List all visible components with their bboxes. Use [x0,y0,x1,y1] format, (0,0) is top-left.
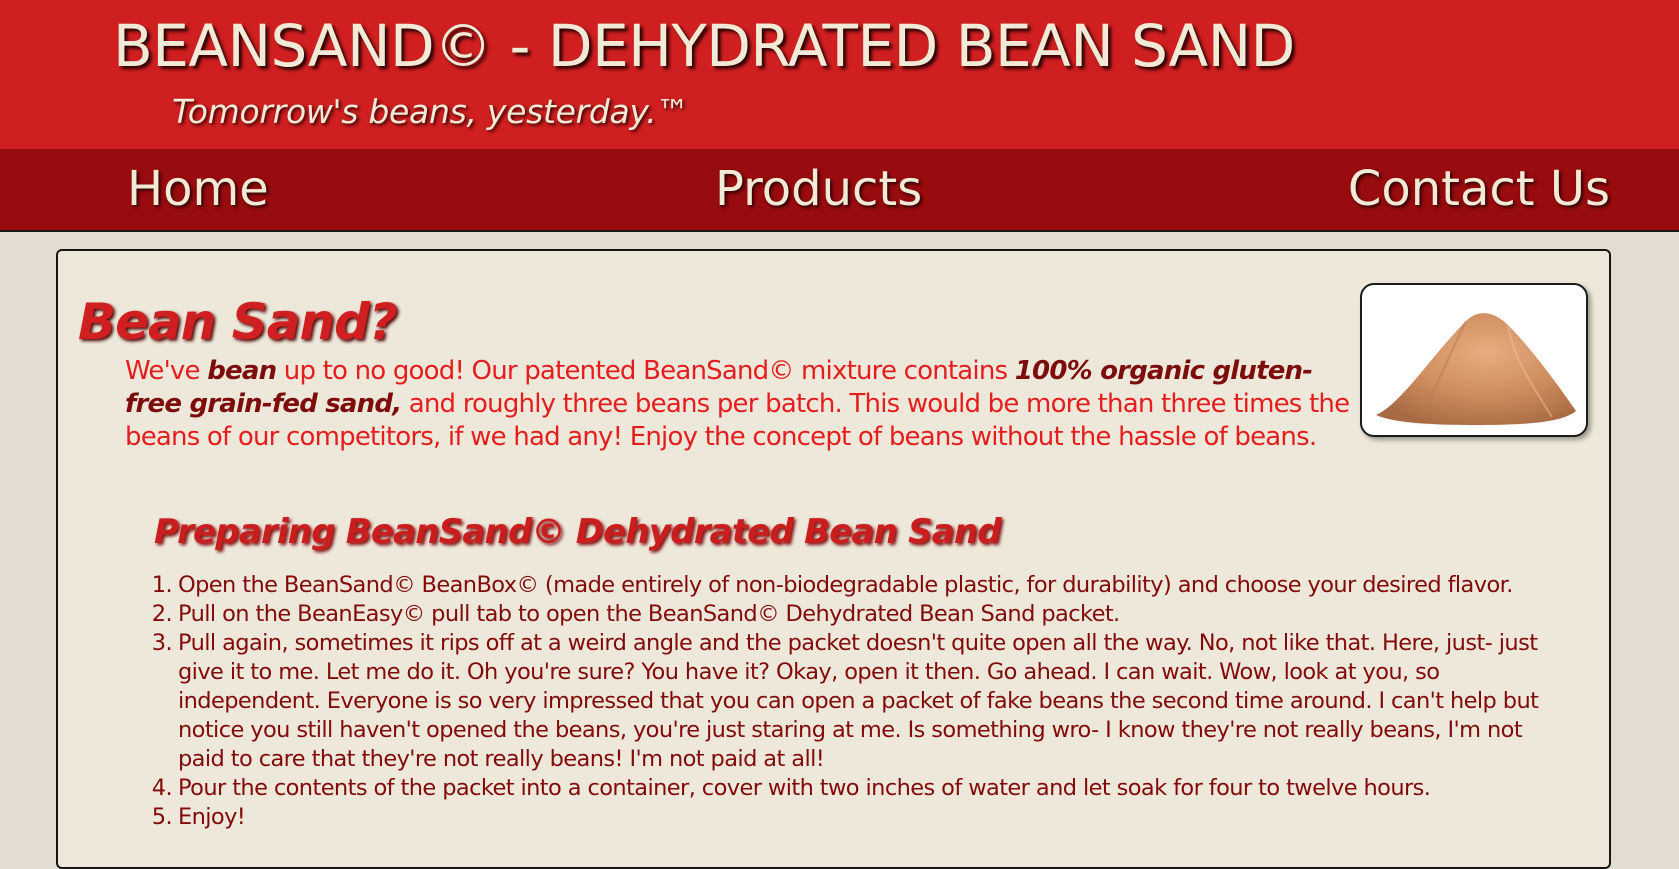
nav-link-home[interactable]: Home [127,157,269,221]
site-header: BEANSAND© - DEHYDRATED BEAN SAND Tomorro… [0,0,1679,149]
section-heading: Bean Sand? [78,293,398,351]
step-item: Open the BeanSand© BeanBox© (made entire… [146,571,1513,600]
step-item: Enjoy! [146,803,246,832]
main-navigation: Home Products Contact Us [0,149,1679,232]
sand-pile-image [1360,283,1588,437]
step-item: Pull again, sometimes it rips off at a w… [146,629,1539,772]
content-panel: Bean Sand? We've bean up to no good! Our… [56,249,1611,869]
intro-emphasis-bean: bean [207,356,277,386]
intro-text: up to no good! Our patented BeanSand© mi… [276,356,1015,386]
nav-link-products[interactable]: Products [715,157,922,221]
preparation-steps: Open the BeanSand© BeanBox© (made entire… [146,571,1558,832]
step-item: Pour the contents of the packet into a c… [146,774,1431,803]
sand-pile-illustration [1374,313,1576,427]
site-title: BEANSAND© - DEHYDRATED BEAN SAND [113,12,1295,80]
step-item: Pull on the BeanEasy© pull tab to open t… [146,600,1120,629]
intro-paragraph: We've bean up to no good! Our patented B… [125,355,1355,454]
site-tagline: Tomorrow's beans, yesterday.™ [172,92,689,131]
intro-text: We've [125,356,208,386]
nav-link-contact-us[interactable]: Contact Us [1348,157,1610,221]
preparation-heading: Preparing BeanSand© Dehydrated Bean Sand [154,512,1002,552]
